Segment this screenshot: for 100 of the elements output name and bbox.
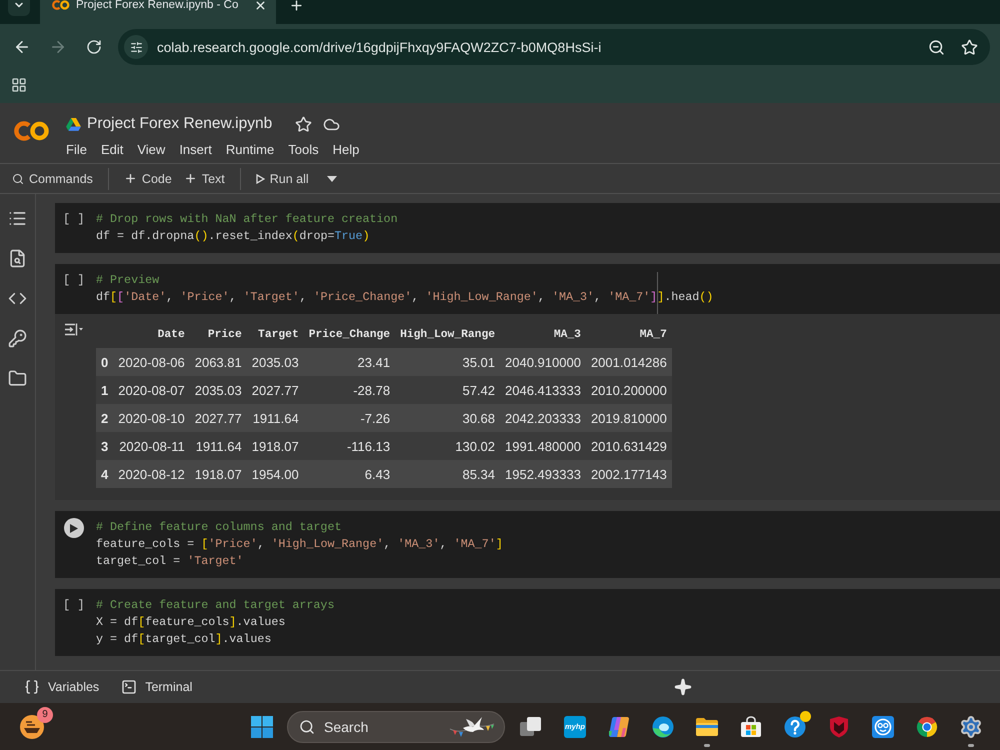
files-button[interactable] bbox=[8, 368, 28, 388]
table-cell: 2001.014286 bbox=[586, 348, 672, 376]
code-line: # Define feature columns and target bbox=[96, 519, 342, 536]
output-toggle-icon[interactable] bbox=[64, 323, 84, 336]
table-cell: 130.02 bbox=[395, 432, 500, 460]
settings-icon bbox=[959, 714, 983, 738]
column-header: MA_7 bbox=[586, 322, 672, 348]
column-header: High_Low_Range bbox=[395, 322, 500, 348]
run-all-button[interactable]: Run all bbox=[250, 166, 315, 192]
find-button[interactable] bbox=[8, 248, 28, 268]
variables-button[interactable]: Variables bbox=[18, 674, 106, 700]
table-cell: -7.26 bbox=[304, 404, 396, 432]
star-icon bbox=[294, 116, 312, 132]
table-cell: 2020-08-06 bbox=[113, 348, 190, 376]
folder-icon bbox=[695, 716, 719, 736]
assistant-button[interactable] bbox=[672, 676, 694, 698]
table-cell: 1911.64 bbox=[246, 404, 304, 432]
column-header: MA_3 bbox=[500, 322, 586, 348]
overlapping-squares-icon bbox=[520, 716, 542, 738]
table-cell: 1954.00 bbox=[246, 460, 304, 488]
table-cell: 2040.910000 bbox=[500, 348, 586, 376]
sliders-icon bbox=[130, 40, 142, 54]
execution-prompt: [ ] bbox=[63, 211, 85, 228]
zoom-out-icon bbox=[928, 38, 944, 56]
menu-item[interactable]: View bbox=[137, 142, 166, 156]
row-index: 0 bbox=[96, 348, 114, 376]
address-bar[interactable]: colab.research.google.com/drive/16gdpijFhxqy9FAQW2ZC7-b0MQ8HsSi-i bbox=[118, 29, 990, 65]
triangle-logo-icon bbox=[66, 118, 81, 130]
table-cell: 2010.200000 bbox=[586, 376, 672, 404]
code-cell[interactable]: # Define feature columns and target feature_cols = ['Price', 'High_Low_Range', 'MA_3', 'MA_7'] target_col = 'Target' bbox=[55, 511, 1000, 578]
notebook-title[interactable]: Project Forex Renew.ipynb bbox=[87, 115, 272, 133]
menu-item[interactable]: File bbox=[66, 142, 87, 156]
table-cell: 1991.480000 bbox=[500, 432, 586, 460]
table-cell: 2019.810000 bbox=[586, 404, 672, 432]
execution-prompt: [ ] bbox=[63, 597, 85, 614]
row-index: 1 bbox=[96, 376, 114, 404]
plus-icon bbox=[184, 172, 197, 185]
plus-icon bbox=[124, 172, 137, 185]
table-cell: -116.13 bbox=[304, 432, 396, 460]
notification-badge: 9 bbox=[37, 706, 53, 722]
code-line: # Drop rows with NaN after feature creation bbox=[96, 211, 398, 228]
table-cell: 1918.07 bbox=[190, 460, 247, 488]
folder-icon bbox=[8, 368, 27, 388]
code-cell[interactable]: [ ] # Drop rows with NaN after feature creation df = df.dropna().reset_index(drop=True) bbox=[55, 203, 1000, 253]
code-line: target_col = 'Target' bbox=[96, 553, 244, 570]
table-cell: 6.43 bbox=[304, 460, 396, 488]
terminal-button[interactable]: Terminal bbox=[115, 674, 198, 700]
code-line: # Create feature and target arrays bbox=[96, 597, 334, 614]
table-cell: 2027.77 bbox=[190, 404, 247, 432]
key-icon bbox=[8, 328, 27, 348]
add-cell-button[interactable]: Code bbox=[118, 166, 178, 192]
ring-logo-icon bbox=[916, 716, 938, 738]
document-search-icon bbox=[8, 248, 27, 268]
table-cell: -28.78 bbox=[304, 376, 396, 404]
menu-item[interactable]: Tools bbox=[288, 142, 319, 156]
close-icon bbox=[254, 0, 266, 12]
table-cell: 1911.64 bbox=[190, 432, 247, 460]
shopping-bag-icon bbox=[740, 716, 762, 738]
sparkle-icon bbox=[674, 678, 692, 696]
code-line: df[['Date', 'Price', 'Target', 'Price_Change', 'High_Low_Range', 'MA_3', 'MA_7']].head() bbox=[96, 289, 714, 306]
browser-tab[interactable]: Project Forex Renew.ipynb - Co bbox=[40, 0, 276, 24]
four-squares-icon bbox=[251, 716, 273, 738]
forward-arrow-icon bbox=[49, 38, 67, 56]
code-line: feature_cols = ['Price', 'High_Low_Range', 'MA_3', 'MA_7'] bbox=[96, 536, 503, 553]
column-header: Target bbox=[246, 322, 304, 348]
play-icon bbox=[70, 524, 78, 532]
search-icon bbox=[299, 718, 315, 734]
plus-icon bbox=[288, 0, 304, 13]
menu-item[interactable]: Help bbox=[332, 142, 360, 156]
menu-item[interactable]: Edit bbox=[100, 142, 124, 156]
menu-item[interactable]: Insert bbox=[179, 142, 212, 156]
logo-icon bbox=[14, 119, 50, 143]
code-cell[interactable]: [ ] # Preview df[['Date', 'Price', 'Target', 'Price_Change', 'High_Low_Range', 'MA_3', 'MA_7']].head() bbox=[55, 264, 1000, 314]
add-cell-button[interactable]: Text bbox=[178, 166, 231, 192]
star-icon bbox=[960, 38, 978, 56]
menu-item[interactable]: Runtime bbox=[226, 142, 274, 156]
column-header: Price_Change bbox=[304, 322, 396, 348]
ribbon-logo-icon bbox=[608, 716, 630, 738]
execution-prompt: [ ] bbox=[63, 272, 85, 289]
site-info-button[interactable] bbox=[124, 35, 148, 59]
code-line: y = df[target_col].values bbox=[96, 631, 272, 648]
table-cell: 30.68 bbox=[395, 404, 500, 432]
table-cell: 2042.203333 bbox=[500, 404, 586, 432]
table-cell: 23.41 bbox=[304, 348, 396, 376]
secrets-button[interactable] bbox=[8, 328, 28, 348]
table-cell: 2035.03 bbox=[190, 376, 247, 404]
help-icon bbox=[784, 716, 806, 738]
column-header: Date bbox=[113, 322, 190, 348]
run-cell-button[interactable] bbox=[64, 518, 84, 538]
table-cell: 1918.07 bbox=[246, 432, 304, 460]
code-line: # Preview bbox=[96, 272, 160, 289]
table-cell: 2063.81 bbox=[190, 348, 247, 376]
shield-icon bbox=[829, 716, 849, 738]
table-cell: 57.42 bbox=[395, 376, 500, 404]
code-cell[interactable]: [ ] # Create feature and target arrays X = df[feature_cols].values y = df[target_col].values bbox=[55, 589, 1000, 656]
commands-button[interactable]: Commands bbox=[6, 166, 99, 192]
code-line: df = df.dropna().reset_index(drop=True) bbox=[96, 228, 371, 245]
search-field[interactable]: Search bbox=[287, 710, 505, 742]
table-cell: 2027.77 bbox=[246, 376, 304, 404]
row-index: 3 bbox=[96, 432, 114, 460]
